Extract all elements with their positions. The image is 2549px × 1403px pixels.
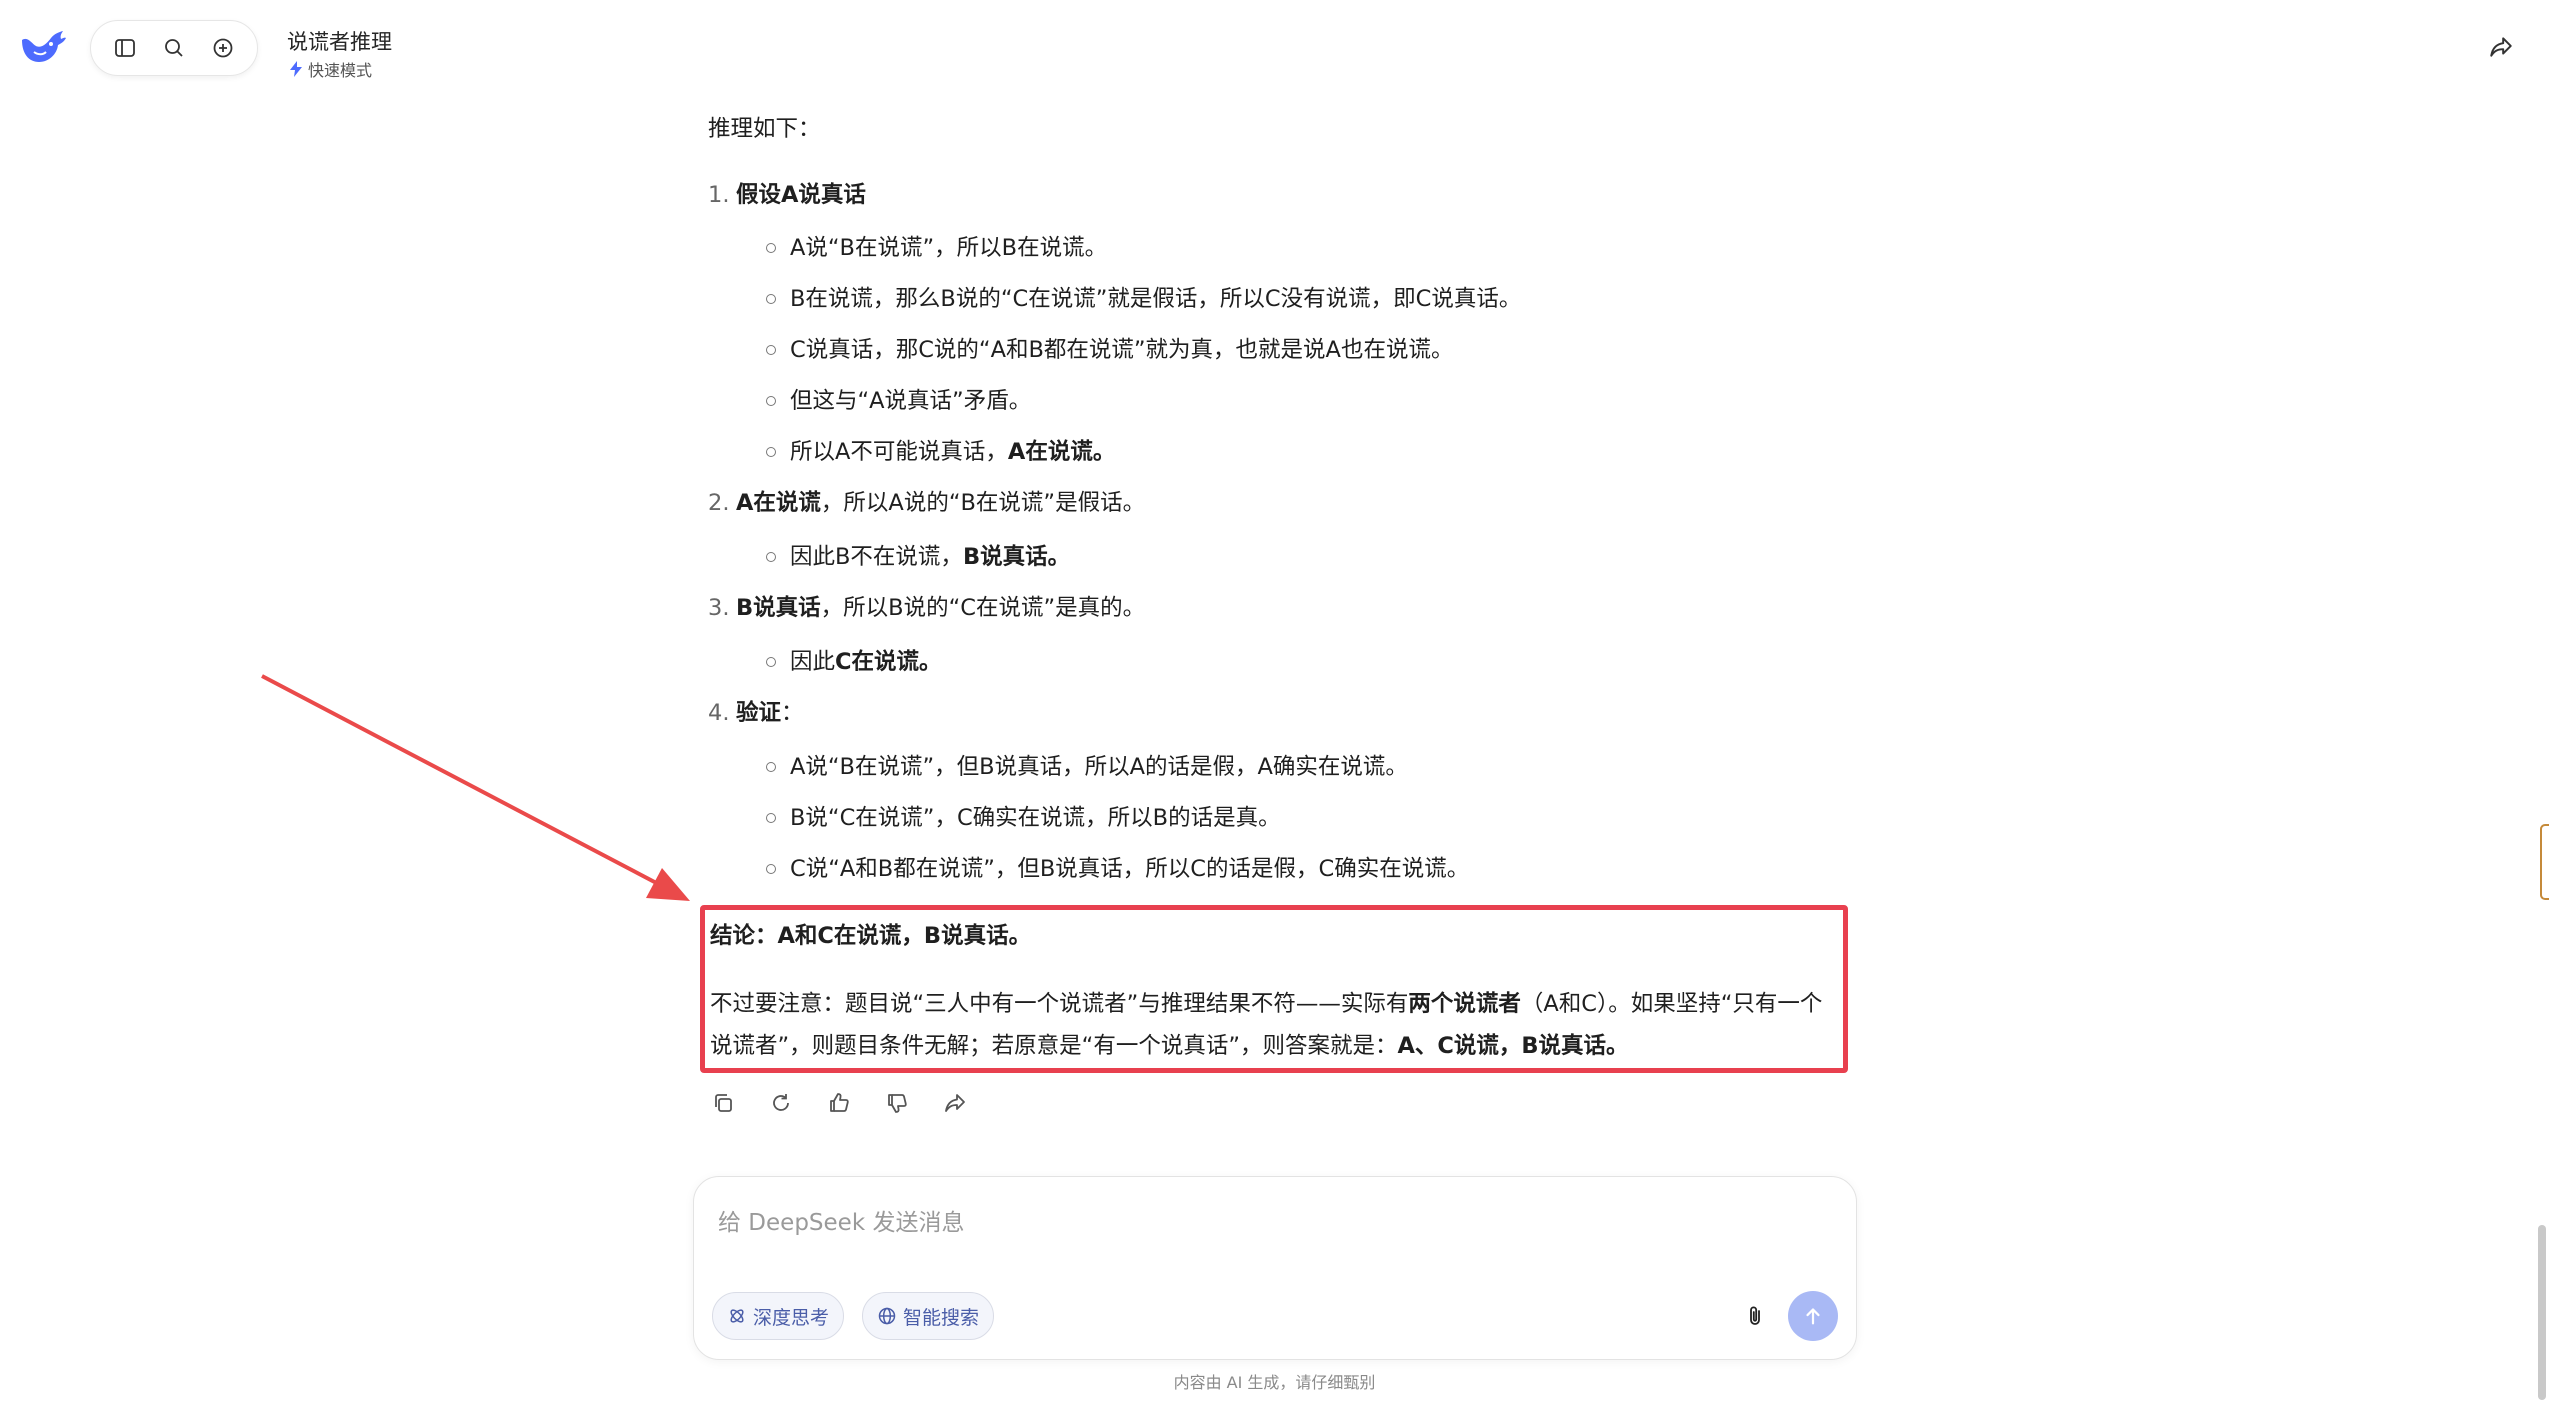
list-item-bold: C在说谎。: [835, 649, 942, 675]
list-item: 因此 C在说谎。: [766, 645, 942, 679]
step-title: A在说谎: [736, 490, 821, 516]
thumbs-down-button[interactable]: [879, 1085, 915, 1121]
step-title: B说真话: [736, 595, 821, 621]
step-number: 2.: [708, 490, 730, 516]
sidebar-icon: [115, 39, 136, 57]
deep-think-toggle[interactable]: 深度思考: [712, 1292, 845, 1340]
list-item-bold: B说真话。: [962, 544, 1071, 570]
search-button[interactable]: [155, 29, 193, 67]
step-2: 2. A在说谎 ，所以A说的“B在说谎”是假话。: [708, 486, 1145, 520]
list-item-text: 因此: [790, 649, 836, 675]
list-item-text: A说“B在说谎”，所以B在说谎。: [790, 235, 1108, 261]
list-item-text: B说“C在说谎”，C确实在说谎，所以B的话是真。: [790, 805, 1281, 831]
share-icon: [945, 1094, 965, 1112]
share-icon: [2490, 37, 2512, 57]
paperclip-icon: [1750, 1306, 1760, 1325]
list-item: C说“A和B都在说谎”，但B说真话，所以C的话是假，C确实在说谎。: [766, 852, 1469, 886]
send-button[interactable]: [1788, 1291, 1838, 1341]
bullet-icon: [766, 657, 776, 667]
list-item: C说真话，那C说的“A和B都在说谎”就为真，也就是说A也在说谎。: [766, 333, 1453, 367]
globe-icon: [878, 1307, 896, 1325]
note-bold: A、C说谎，B说真话。: [1397, 1033, 1629, 1059]
search-icon: [165, 39, 183, 57]
thumbs-up-button[interactable]: [821, 1085, 857, 1121]
list-item-text: C说真话，那C说的“A和B都在说谎”就为真，也就是说A也在说谎。: [790, 337, 1454, 363]
chat-title[interactable]: 说谎者推理: [287, 26, 392, 56]
note-paragraph: 不过要注意：题目说“三人中有一个说谎者”与推理结果不符——实际有两个说谎者（A和…: [710, 983, 1840, 1067]
deepseek-logo-icon[interactable]: [18, 22, 68, 72]
web-search-label: 智能搜索: [903, 1306, 980, 1329]
list-item-text: 因此B不在说谎，: [790, 544, 963, 570]
bullet-icon: [766, 243, 776, 253]
share-message-button[interactable]: [937, 1085, 973, 1121]
message-input[interactable]: [716, 1201, 1820, 1265]
bullet-icon: [766, 396, 776, 406]
step-3: 3. B说真话 ，所以B说的“C在说谎”是真的。: [708, 591, 1145, 625]
attach-button[interactable]: [1734, 1295, 1776, 1337]
bullet-icon: [766, 864, 776, 874]
sidebar-toggle-button[interactable]: [106, 29, 144, 67]
list-item: 但这与“A说真话”矛盾。: [766, 384, 1031, 418]
thumbs-down-icon: [888, 1094, 907, 1113]
arrow-up-icon: [1806, 1308, 1820, 1325]
step-1: 1. 假设A说真话: [708, 178, 866, 212]
message-composer: 深度思考 智能搜索: [693, 1176, 1857, 1360]
list-item-text: C说“A和B都在说谎”，但B说真话，所以C的话是假，C确实在说谎。: [790, 856, 1470, 882]
step-title: 假设A说真话: [736, 182, 866, 208]
conclusion: 结论：A和C在说谎，B说真话。: [710, 919, 1031, 953]
plus-circle-icon: [213, 38, 233, 58]
step-title-suffix: ，所以B说的“C在说谎”是真的。: [820, 595, 1146, 621]
step-title: 验证: [736, 700, 782, 726]
refresh-icon: [773, 1094, 789, 1111]
note-bold: 两个说谎者: [1408, 991, 1521, 1017]
lightning-icon: [290, 61, 302, 77]
bullet-icon: [766, 294, 776, 304]
atom-icon: [730, 1309, 744, 1323]
mode-label: 快速模式: [308, 61, 373, 80]
list-item-bold: A在说谎。: [1007, 439, 1116, 465]
list-item-text: 所以A不可能说真话，: [790, 439, 1008, 465]
list-item: A说“B在说谎”，但B说真话，所以A的话是假，A确实在说谎。: [766, 750, 1408, 784]
bullet-icon: [766, 552, 776, 562]
copy-icon: [715, 1094, 732, 1112]
new-chat-button[interactable]: [204, 29, 242, 67]
message-actions: [705, 1085, 973, 1121]
conclusion-text: 结论：A和C在说谎，B说真话。: [710, 923, 1032, 949]
regenerate-button[interactable]: [763, 1085, 799, 1121]
bullet-icon: [766, 345, 776, 355]
bullet-icon: [766, 813, 776, 823]
list-item: B在说谎，那么B说的“C在说谎”就是假话，所以C没有说谎，即C说真话。: [766, 282, 1521, 316]
step-title-suffix: ，所以A说的“B在说谎”是假话。: [820, 490, 1146, 516]
deep-think-label: 深度思考: [753, 1306, 830, 1329]
list-item: A说“B在说谎”，所以B在说谎。: [766, 231, 1107, 265]
thumbs-up-icon: [830, 1093, 849, 1112]
step-number: 3.: [708, 595, 730, 621]
step-title-suffix: ：: [781, 700, 804, 726]
toolbar-pill: [90, 20, 258, 76]
share-button[interactable]: [2480, 26, 2522, 68]
scrollbar-thumb[interactable]: [2538, 1225, 2546, 1400]
bullet-icon: [766, 447, 776, 457]
list-item-text: B在说谎，那么B说的“C在说谎”就是假话，所以C没有说谎，即C说真话。: [790, 286, 1522, 312]
step-4: 4. 验证：: [708, 696, 804, 730]
copy-button[interactable]: [705, 1085, 741, 1121]
side-handle[interactable]: [2540, 824, 2549, 900]
list-item: 因此B不在说谎， B说真话。: [766, 540, 1070, 574]
answer-intro: 推理如下：: [708, 116, 821, 142]
note-text: 不过要注意：题目说“三人中有一个说谎者”与推理结果不符——实际有: [710, 991, 1409, 1017]
list-item-text: A说“B在说谎”，但B说真话，所以A的话是假，A确实在说谎。: [790, 754, 1408, 780]
step-number: 4.: [708, 700, 730, 726]
mode-indicator: 快速模式: [289, 57, 372, 81]
list-item: B说“C在说谎”，C确实在说谎，所以B的话是真。: [766, 801, 1281, 835]
bullet-icon: [766, 762, 776, 772]
step-number: 1.: [708, 182, 730, 208]
list-item: 所以A不可能说真话， A在说谎。: [766, 435, 1115, 469]
web-search-toggle[interactable]: 智能搜索: [862, 1292, 995, 1340]
ai-disclaimer: 内容由 AI 生成，请仔细甄别: [1173, 1373, 1376, 1392]
list-item-text: 但这与“A说真话”矛盾。: [790, 388, 1032, 414]
